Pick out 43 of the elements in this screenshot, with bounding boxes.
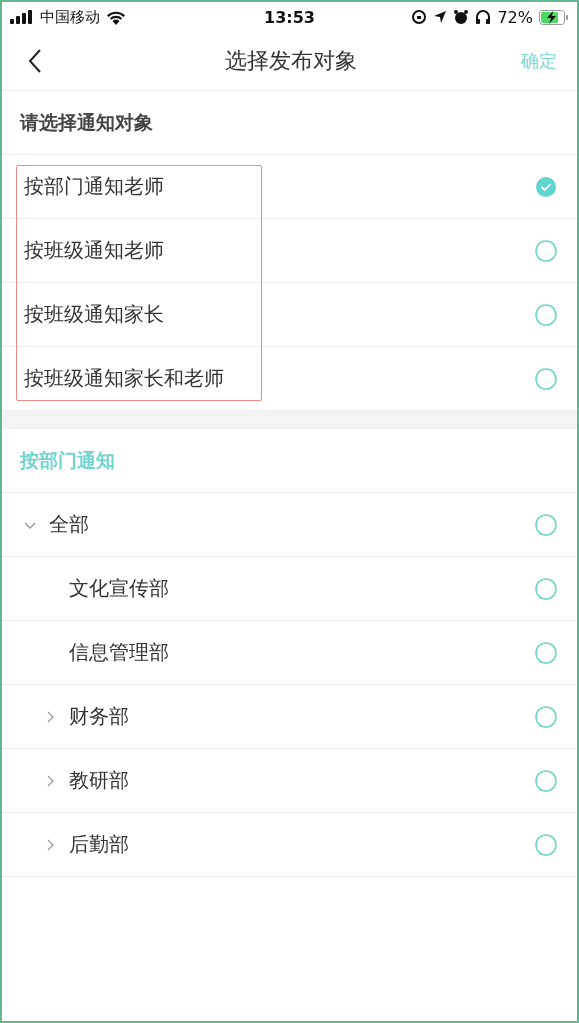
alarm-icon [453,9,470,25]
tree-row[interactable]: 教研部 [2,749,577,813]
option-label: 按班级通知老师 [24,237,164,264]
radio-icon[interactable] [535,577,557,600]
department-label: 教研部 [69,767,129,794]
battery-charging-icon [539,9,569,25]
option-row[interactable]: 按部门通知老师 [2,155,577,219]
page-title: 选择发布对象 [224,47,357,75]
headphones-icon [475,9,492,25]
battery-percent: 72% [497,7,533,27]
department-label: 财务部 [69,703,129,730]
department-label: 后勤部 [69,831,129,858]
section-title: 按部门通知 [20,447,115,473]
rotation-lock-icon [411,9,428,25]
tree-row[interactable]: 文化宣传部 [2,557,577,621]
radio-icon[interactable] [535,769,557,792]
clock-time: 13:53 [264,7,315,27]
radio-icon[interactable] [535,705,557,728]
tree-row[interactable]: 全部 [2,493,577,557]
section-title: 请选择通知对象 [20,109,153,135]
checked-radio-icon[interactable] [535,175,557,198]
radio-icon[interactable] [535,303,557,326]
location-icon [433,10,448,24]
department-label: 全部 [49,511,89,538]
option-row[interactable]: 按班级通知家长 [2,283,577,347]
department-label: 信息管理部 [69,639,169,666]
option-row[interactable]: 按班级通知老师 [2,219,577,283]
radio-icon[interactable] [535,641,557,664]
radio-icon[interactable] [535,833,557,856]
tree-row[interactable]: 信息管理部 [2,621,577,685]
radio-icon[interactable] [535,239,557,262]
department-label: 文化宣传部 [69,575,169,602]
radio-icon[interactable] [535,513,557,536]
carrier-name: 中国移动 [40,7,100,27]
option-label: 按班级通知家长和老师 [24,365,224,392]
tree-row[interactable]: 后勤部 [2,813,577,877]
wifi-icon [106,9,126,25]
option-label: 按部门通知老师 [24,173,164,200]
radio-icon[interactable] [535,367,557,390]
signal-icon [10,10,34,24]
option-label: 按班级通知家长 [24,301,164,328]
back-icon [28,49,42,73]
tree-row[interactable]: 财务部 [2,685,577,749]
